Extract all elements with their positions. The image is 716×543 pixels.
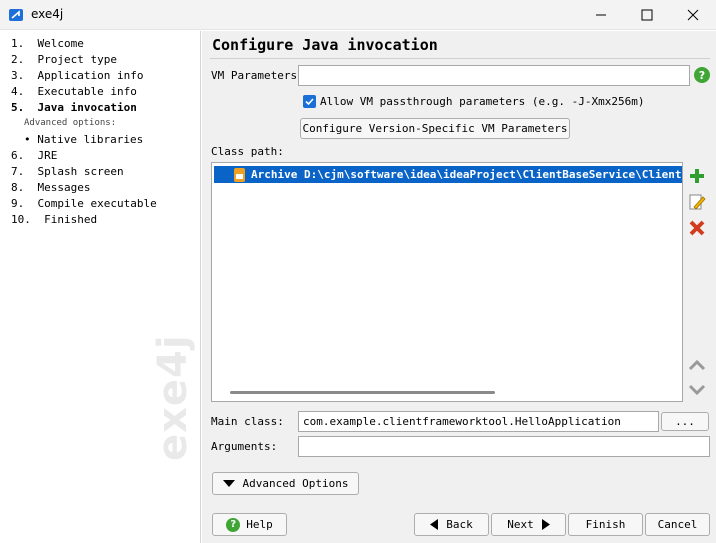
minimize-icon [596,14,606,16]
step-project-type[interactable]: 2. Project type [11,53,117,66]
step-compile-executable[interactable]: 9. Compile executable [11,197,157,210]
advanced-options-button-label: Advanced Options [242,477,349,490]
step-native-libraries[interactable]: • Native libraries [24,133,143,146]
move-up-button[interactable] [686,354,708,376]
title-bar: exe4j [0,0,716,30]
step-executable-info[interactable]: 4. Executable info [11,85,137,98]
advanced-options-label: Advanced options: [24,118,117,128]
help-button-label: Help [246,518,273,531]
edit-entry-button[interactable] [686,191,708,213]
arguments-input[interactable] [298,436,710,457]
minimize-button[interactable] [578,0,624,30]
page-title: Configure Java invocation [212,36,438,54]
class-path-entry-text: Archive D:\cjm\software\idea\ideaProject… [251,168,682,181]
step-java-invocation[interactable]: 5. Java invocation [11,101,137,114]
triangle-down-icon [222,479,235,487]
plus-icon [690,169,704,183]
step-finished[interactable]: 10. Finished [11,213,97,226]
main-class-input[interactable]: com.example.clientframeworktool.HelloApp… [298,411,659,432]
remove-icon [689,220,705,236]
back-button-label: Back [446,518,473,531]
remove-entry-button[interactable] [686,217,708,239]
passthrough-checkbox[interactable] [303,95,316,108]
arguments-label: Arguments: [211,440,278,453]
cancel-button[interactable]: Cancel [645,513,710,536]
step-messages[interactable]: 8. Messages [11,181,90,194]
finish-button[interactable]: Finish [568,513,643,536]
passthrough-label: Allow VM passthrough parameters (e.g. -J… [320,95,645,108]
help-icon[interactable]: ? [694,67,710,83]
next-button[interactable]: Next [491,513,566,536]
class-path-list[interactable]: Archive D:\cjm\software\idea\ideaProject… [211,162,683,402]
help-button[interactable]: ? Help [212,513,287,536]
add-entry-button[interactable] [686,165,708,187]
archive-icon [234,168,245,182]
class-path-label: Class path: [211,145,284,158]
chevron-up-icon [688,359,706,371]
heading-divider [210,58,710,59]
back-button[interactable]: Back [414,513,489,536]
checkmark-icon [305,98,314,106]
arrow-left-icon [430,519,439,530]
maximize-icon [641,9,653,21]
browse-main-class-button[interactable]: ... [661,412,709,431]
close-icon [687,9,699,21]
exe4j-watermark: exe4j [150,334,196,461]
close-button[interactable] [670,0,716,30]
advanced-options-button[interactable]: Advanced Options [212,472,359,495]
app-icon [9,9,23,21]
main-panel: Configure Java invocation VM Parameters:… [202,31,716,543]
horizontal-scrollbar[interactable] [230,391,495,394]
edit-icon [689,194,706,210]
next-button-label: Next [507,518,534,531]
window-title: exe4j [31,7,64,21]
maximize-button[interactable] [624,0,670,30]
help-circle-icon: ? [226,517,241,532]
step-welcome[interactable]: 1. Welcome [11,37,84,50]
list-item[interactable]: Archive D:\cjm\software\idea\ideaProject… [214,166,682,183]
step-jre[interactable]: 6. JRE [11,149,57,162]
arrow-right-icon [541,519,550,530]
main-class-label: Main class: [211,415,284,428]
step-application-info[interactable]: 3. Application info [11,69,143,82]
vm-parameters-label: VM Parameters: [211,69,304,82]
move-down-button[interactable] [686,379,708,401]
step-splash-screen[interactable]: 7. Splash screen [11,165,124,178]
wizard-steps-sidebar: 1. Welcome 2. Project type 3. Applicatio… [0,31,201,543]
chevron-down-icon [688,384,706,396]
vm-parameters-input[interactable] [298,65,690,86]
configure-version-vm-button[interactable]: Configure Version-Specific VM Parameters [300,118,570,139]
